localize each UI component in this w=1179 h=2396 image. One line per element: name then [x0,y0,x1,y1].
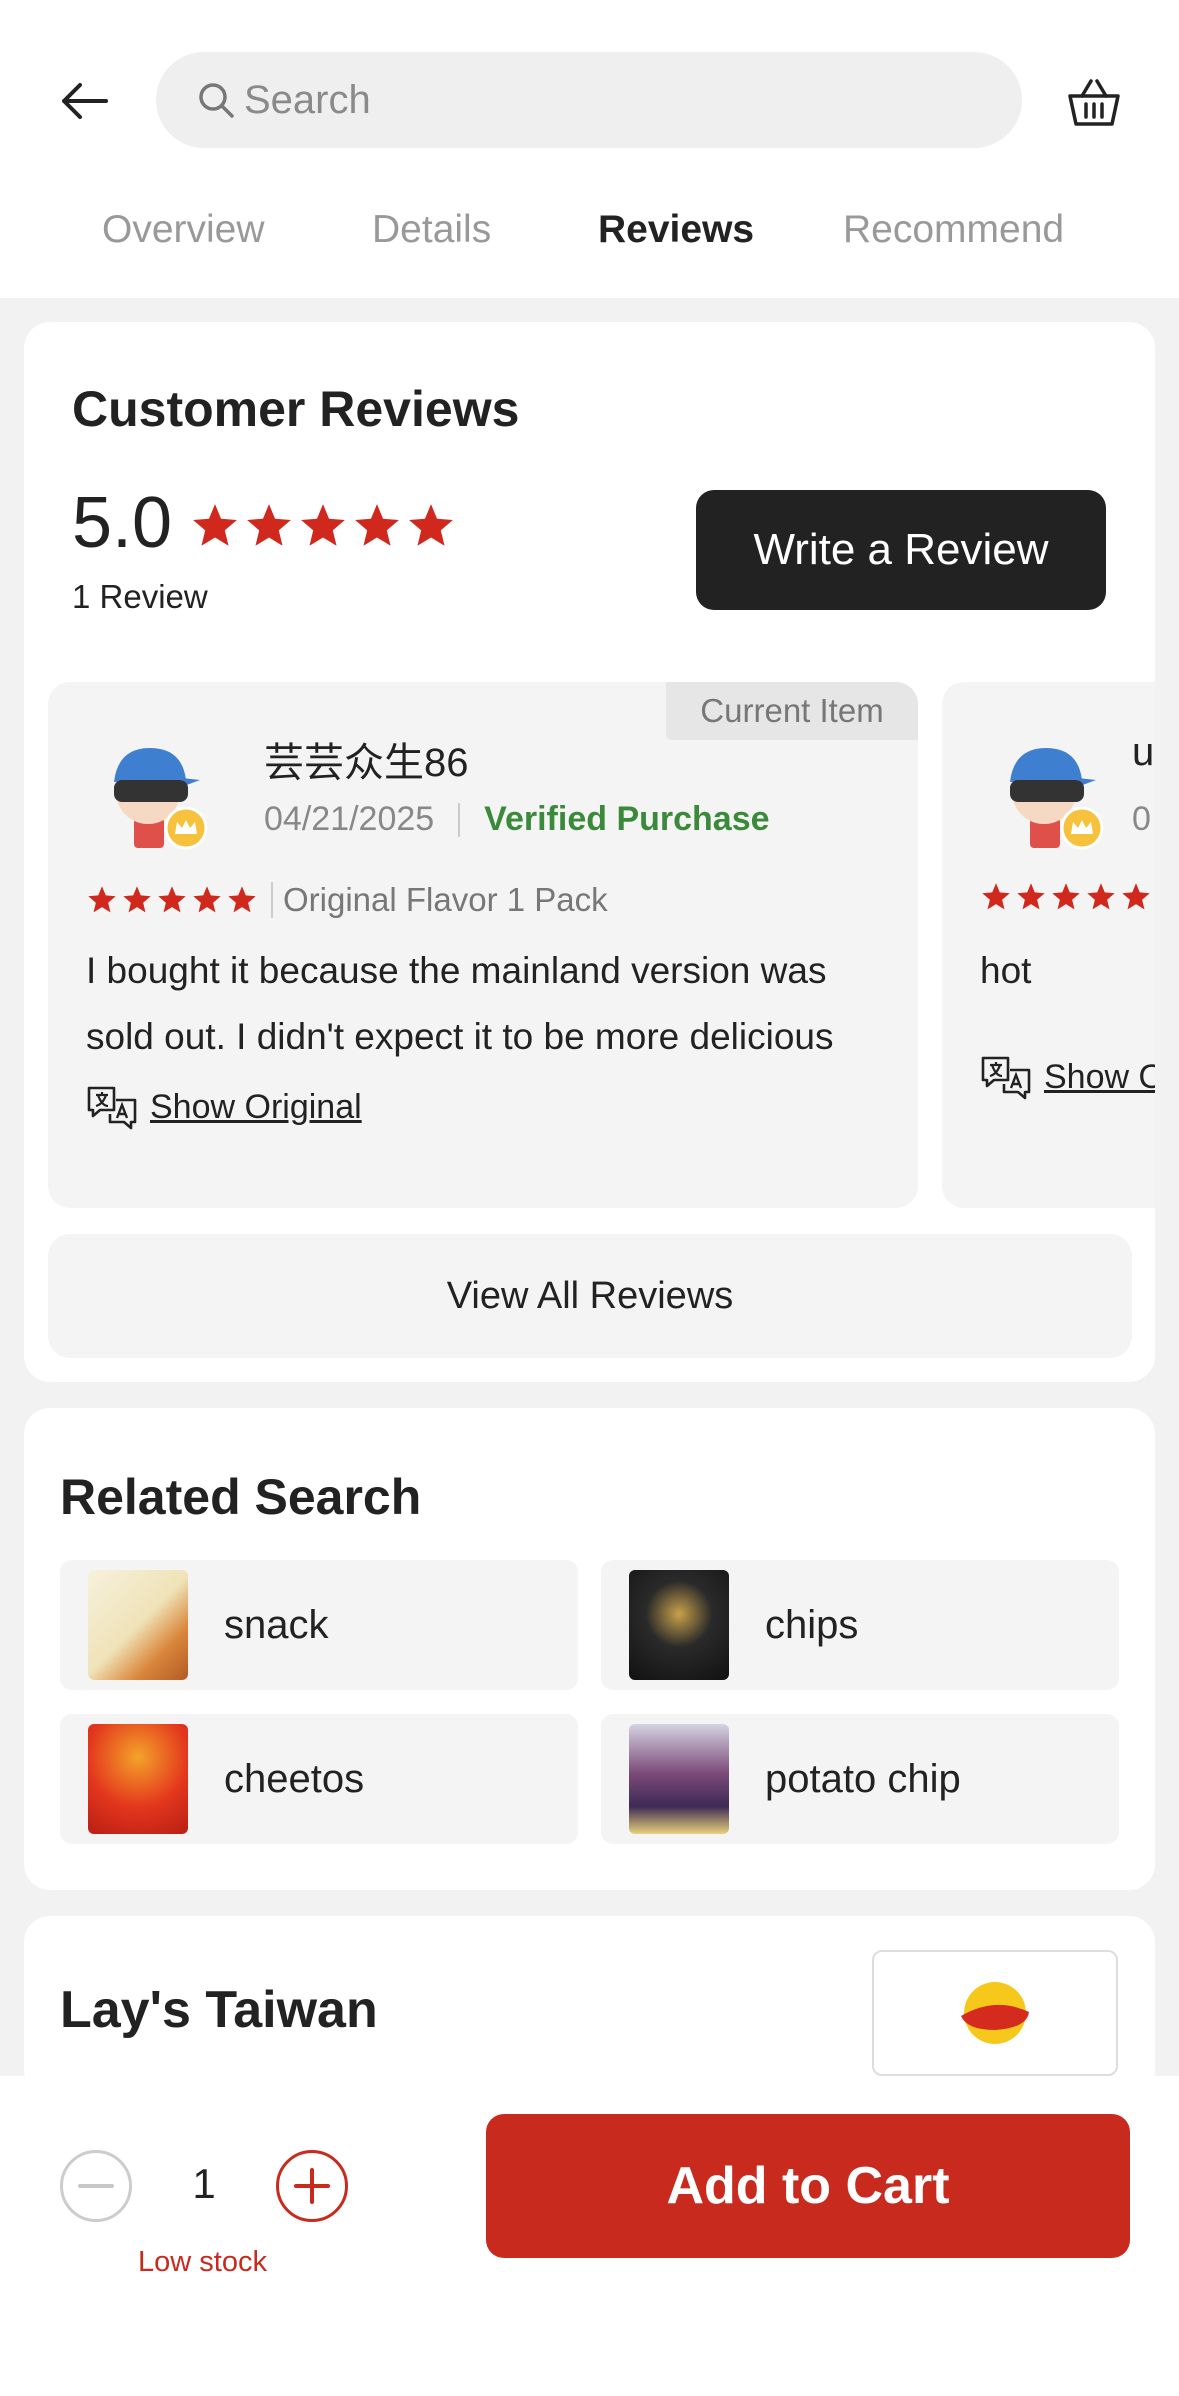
related-search-label: cheetos [224,1756,365,1801]
reviewer-name: 芸芸众生86 [264,741,469,785]
potato-chip-thumbnail [629,1724,729,1834]
write-review-button[interactable]: Write a Review [696,490,1106,610]
review-stars: Original Flavor 1 Pack [86,882,608,918]
search-input[interactable] [244,77,944,123]
translate-icon [87,1086,137,1130]
review-text: I bought it because the mainland version… [86,938,886,1070]
back-arrow-icon[interactable] [52,68,118,134]
star-icon [1052,883,1080,910]
show-original-label: Show Original [150,1087,362,1126]
star-icon [247,504,291,546]
star-icon [88,886,116,913]
star-icon [193,886,221,913]
show-original-link[interactable]: Show O [980,1054,1155,1100]
brand-card[interactable]: Lay's Taiwan [24,1916,1155,2096]
show-original-label: Show O [1044,1057,1155,1096]
star-icon [123,886,151,913]
review-date: 04/21/2025 [264,800,435,838]
translate-icon [981,1056,1031,1100]
related-search-card: Related Search snack chips cheetos potat… [24,1408,1155,1890]
decrease-quantity-button[interactable] [60,2150,132,2222]
reviewer-name: u [1132,730,1155,774]
customer-reviews-card: Customer Reviews 5.0 1 Review Write a Re… [24,322,1155,1382]
related-search-item[interactable]: chips [601,1560,1119,1690]
brand-logo [872,1950,1118,2076]
review-card[interactable]: Current Item 芸芸众生86 04/21/2025 Verified … [48,682,918,1208]
review-meta: 04/21/2025 Verified Purchase [264,800,770,839]
increase-quantity-button[interactable] [276,2150,348,2222]
related-search-item[interactable]: snack [60,1560,578,1690]
related-search-label: chips [765,1602,859,1647]
star-icon [301,504,345,546]
review-body: hot [980,950,1032,991]
verified-purchase-badge: Verified Purchase [484,800,770,838]
avatar [98,734,208,852]
star-icon [1122,883,1150,910]
review-body: I bought it because the mainland version… [86,950,834,1057]
search-icon [196,78,240,122]
snack-thumbnail [88,1570,188,1680]
rating-stars [190,502,456,550]
tab-details[interactable]: Details [372,208,491,252]
related-search-label: potato chip [765,1756,961,1801]
divider [458,802,461,837]
product-variant: Original Flavor 1 Pack [271,882,608,918]
section-tabs: Overview Details Reviews Recommend [0,208,1179,274]
related-search-item[interactable]: potato chip [601,1714,1119,1844]
add-to-cart-button[interactable]: Add to Cart [486,2114,1130,2258]
related-search-label: snack [224,1602,329,1647]
review-stars [980,882,1152,912]
low-stock-label: Low stock [138,2246,267,2278]
star-icon [158,886,186,913]
review-card[interactable]: u 0 hot Show O [942,682,1155,1208]
average-rating: 5.0 [72,483,173,563]
review-text: hot [980,938,1155,1004]
view-all-reviews-button[interactable]: View All Reviews [48,1234,1132,1358]
review-meta: 0 [1132,800,1151,839]
chips-thumbnail [629,1570,729,1680]
search-bar[interactable] [156,52,1022,148]
reviews-title: Customer Reviews [72,381,520,437]
tab-reviews[interactable]: Reviews [598,208,754,252]
cart-basket-icon[interactable] [1064,72,1124,132]
review-count: 1 Review [72,578,208,615]
add-to-cart-bar: 1 Low stock Add to Cart [0,2076,1179,2396]
show-original-link[interactable]: Show Original [86,1084,362,1130]
quantity-value[interactable]: 1 [176,2160,232,2208]
related-search-title: Related Search [60,1469,422,1525]
star-icon [1017,883,1045,910]
brand-name: Lay's Taiwan [60,1981,378,2039]
tab-recommend[interactable]: Recommend [843,208,1064,252]
avatar [994,734,1104,852]
minus-icon [78,2184,114,2188]
related-search-item[interactable]: cheetos [60,1714,578,1844]
star-icon [228,886,256,913]
plus-icon [294,2168,330,2204]
star-icon [982,883,1010,910]
cheetos-thumbnail [88,1724,188,1834]
tab-overview[interactable]: Overview [102,208,265,252]
star-icon [355,504,399,546]
top-header: Overview Details Reviews Recommend [0,0,1179,298]
current-item-tag: Current Item [666,682,918,740]
review-date: 0 [1132,800,1151,838]
star-icon [409,504,453,546]
star-icon [1087,883,1115,910]
star-icon [193,504,237,546]
